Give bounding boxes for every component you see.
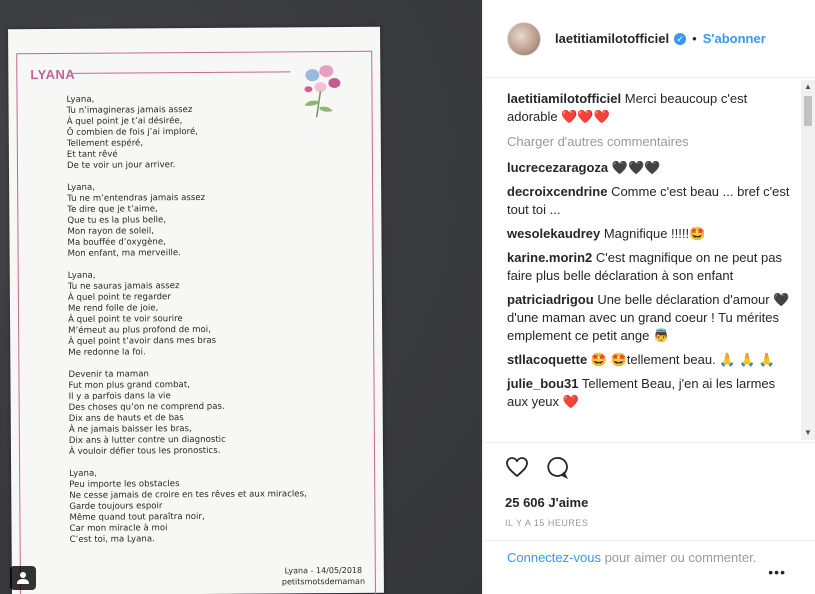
list-item: julie_bou31 Tellement Beau, j'en ai les … [507,375,792,411]
comment-username[interactable]: patriciadrigou [507,292,594,307]
post-timestamp[interactable]: IL Y A 15 HEURES [505,518,815,528]
comment-username[interactable]: julie_bou31 [507,376,579,391]
comments-scrollbar[interactable]: ▲ ▼ [801,80,815,440]
poem-card: LYANA Lyana, Tu n’imagineras jamais asse… [8,26,384,594]
separator-dot: • [692,31,697,46]
signature-date: Lyana - 14/05/2018 [284,565,363,576]
login-prompt: Connectez-vous pour aimer ou commenter. … [483,540,815,594]
comment-username[interactable]: wesolekaudrey [507,226,600,241]
card-signature: Lyana - 14/05/2018 petitsmotsdemaman [282,565,365,588]
post-sidebar: laetitiamilotofficiel ✓ • S'abonner laet… [482,0,815,594]
comment-username[interactable]: stllacoquette [507,352,587,367]
list-item: patriciadrigou Une belle déclaration d'a… [507,291,792,345]
person-icon [17,572,29,584]
comment-username[interactable]: decroixcendrine [507,184,607,199]
load-more-comments-link[interactable]: Charger d'autres commentaires [507,134,792,149]
poem-stanza: Lyana, Tu ne sauras jamais assez À quel … [67,270,217,358]
more-options-icon[interactable]: ••• [768,563,786,581]
header-username[interactable]: laetitiamilotofficiel [555,31,669,46]
comment-icon[interactable] [545,455,569,479]
action-icons [505,451,815,483]
list-item: decroixcendrine Comme c'est beau ... bre… [507,183,792,219]
caption-comment: laetitiamilotofficiel Merci beaucoup c'e… [507,90,792,126]
list-item: karine.morin2 C'est magnifique on ne peu… [507,249,792,285]
comment-username[interactable]: laetitiamilotofficiel [507,91,621,106]
login-link[interactable]: Connectez-vous [507,550,601,565]
comment-text: Magnifique !!!!!🤩 [603,226,706,241]
comment-emoji: ❤️❤️❤️ [561,109,610,124]
follow-button[interactable]: S'abonner [703,31,766,46]
scroll-down-icon[interactable]: ▼ [801,426,815,440]
heart-icon[interactable] [505,455,529,479]
avatar[interactable] [507,21,541,56]
login-prompt-text: pour aimer ou commenter. [600,550,757,565]
tagged-users-button[interactable] [10,566,36,590]
post-actions: 25 606 J'aime IL Y A 15 HEURES [483,442,815,528]
list-item: wesolekaudrey Magnifique !!!!!🤩 [507,225,792,243]
comment-username[interactable]: karine.morin2 [507,250,592,265]
like-count[interactable]: 25 606 J'aime [505,495,815,510]
poem-stanza: Lyana, Peu importe les obstacles Ne cess… [69,468,307,545]
poem-stanza: Lyana, Tu ne m’entendras jamais assez Te… [67,182,206,259]
poem-text: Lyana, Tu n’imagineras jamais assez À qu… [66,93,359,557]
comment-text: 🤩 🤩tellement beau. 🙏 🙏 🙏 [590,352,776,367]
post-photo[interactable]: LYANA Lyana, Tu n’imagineras jamais asse… [0,0,482,594]
poem-stanza: Devenir ta maman Fut mon plus grand comb… [68,369,226,457]
comments-list[interactable]: laetitiamilotofficiel Merci beaucoup c'e… [483,80,815,440]
poem-stanza: Lyana, Tu n’imagineras jamais assez À qu… [66,94,199,171]
scroll-up-icon[interactable]: ▲ [801,80,815,94]
post-header: laetitiamilotofficiel ✓ • S'abonner [483,0,815,78]
comment-username[interactable]: lucrecezaragoza [507,160,608,175]
verified-badge-icon: ✓ [674,32,687,45]
signature-site: petitsmotsdemaman [281,576,366,587]
scrollbar-thumb[interactable] [804,96,812,126]
comment-text: 🖤🖤🖤 [611,160,661,175]
card-title: LYANA [30,66,76,83]
list-item: stllacoquette 🤩 🤩tellement beau. 🙏 🙏 🙏 [507,351,792,369]
list-item: lucrecezaragoza 🖤🖤🖤 [507,159,792,177]
